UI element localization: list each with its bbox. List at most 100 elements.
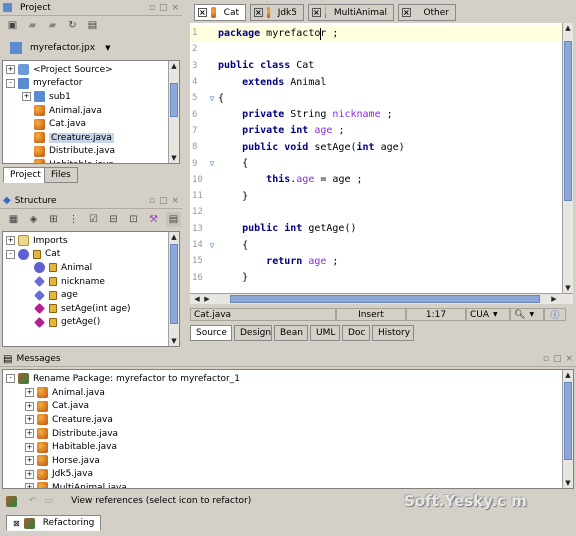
restore-icon[interactable]: ▫ [149,196,155,206]
message-item[interactable]: + MultiAnimal.java [25,481,127,488]
expand-icon[interactable]: + [25,442,34,452]
status-search[interactable]: 🔍︎ ▼ [510,308,544,321]
scroll-up-arrow[interactable]: ▲ [169,232,179,242]
message-item[interactable]: + Horse.java [25,454,127,468]
copy-icon[interactable]: ▭ [45,496,54,506]
structure-item[interactable]: + Imports [6,234,167,248]
scroll-thumb[interactable] [564,382,572,460]
undo-icon[interactable]: ↶ [29,496,37,506]
editor-horizontal-scrollbar[interactable]: ◀ ▶ ▶ [190,293,573,304]
fold-icon[interactable]: ▽ [206,94,218,103]
structure-tree-scrollbar[interactable]: ▲ ▼ [168,232,179,346]
maximize-icon[interactable]: □ [159,196,168,206]
message-item[interactable]: + Creature.java [25,413,127,427]
project-file-combo[interactable]: myrefactor.jpx ▼ [10,42,110,54]
code-editor[interactable]: 1 package myrefactor ; 2 3 public class Cat 4… [190,23,562,293]
expand-icon[interactable]: + [25,429,34,439]
close-project-icon[interactable]: ▰ [45,18,60,33]
tree-item[interactable]: + sub1 [6,90,167,104]
tab-design[interactable]: Design [234,325,272,341]
expand-icon[interactable]: + [25,469,34,479]
show-inherited-icon[interactable]: ☑ [86,212,101,227]
scroll-left-arrow[interactable]: ◀ [192,294,202,304]
structure-item[interactable]: Animal [6,261,167,275]
message-item[interactable]: + Jdk5.java [25,468,127,482]
sort-icon[interactable]: ▦ [6,212,21,227]
message-item[interactable]: + Animal.java [25,386,127,400]
tree-item[interactable]: - myrefactor [6,77,167,91]
scroll-up-arrow[interactable]: ▲ [563,370,573,380]
message-item[interactable]: + Distribute.java [25,427,127,441]
project-tree-scrollbar[interactable]: ▲ ▼ [168,61,179,163]
scroll-thumb[interactable] [170,83,178,117]
tab-files[interactable]: Files [44,167,78,183]
editor-tab-jdk5[interactable]: × Jdk5 [250,4,304,21]
tree-item[interactable]: Creature.java [6,131,167,145]
scroll-down-arrow[interactable]: ▼ [563,478,573,488]
expand-icon[interactable]: + [25,401,34,411]
structure-item[interactable]: setAge(int age) [6,302,167,316]
info-icon[interactable]: ⓘ [544,308,566,321]
close-tab-icon[interactable]: × [254,8,263,17]
open-folder-icon[interactable]: ▰ [25,18,40,33]
options-icon[interactable]: ▤ [166,212,181,227]
restore-icon[interactable]: ▫ [149,3,155,13]
scroll-right-arrow[interactable]: ▶ [549,294,559,304]
editor-tab-multianimal[interactable]: × MultiAnimal [308,4,394,21]
expand-icon[interactable]: + [25,483,34,488]
close-tab-icon[interactable]: × [312,8,321,17]
expand-icon[interactable]: + [25,456,34,466]
tab-doc[interactable]: Doc [342,325,370,341]
messages-scrollbar[interactable]: ▲ ▼ [562,370,573,488]
tab-bean[interactable]: Bean [274,325,308,341]
editor-tab-cat[interactable]: × Cat [194,4,246,21]
group-icon[interactable]: ⊟ [106,212,121,227]
editor-tab-other[interactable]: × Other [398,4,456,21]
message-item[interactable]: + Habitable.java [25,440,127,454]
fold-icon[interactable]: ▽ [206,241,218,250]
new-project-icon[interactable]: ▣ [5,18,20,33]
scroll-up-arrow[interactable]: ▲ [169,61,179,71]
scroll-down-arrow[interactable]: ▼ [563,283,573,293]
structure-item[interactable]: - Cat [6,248,167,262]
tab-history[interactable]: History [372,325,414,341]
scroll-up-arrow[interactable]: ▲ [563,23,573,33]
expand-icon[interactable]: + [6,65,15,75]
scroll-right-arrow[interactable]: ▶ [202,294,212,304]
tree-item[interactable]: Habitable.java [6,158,167,163]
structure-item[interactable]: age [6,288,167,302]
refresh-icon[interactable]: ↻ [65,18,80,33]
expand-icon[interactable]: + [25,415,34,425]
scroll-thumb[interactable] [230,295,540,303]
message-item[interactable]: + Cat.java [25,400,127,414]
tree-item[interactable]: Distribute.java [6,145,167,159]
expand-icon[interactable]: + [6,236,15,246]
expand-icon[interactable]: + [22,92,31,102]
structure-item[interactable]: nickname [6,275,167,289]
close-icon[interactable]: ⊠ [13,519,20,528]
maximize-icon[interactable]: □ [553,354,562,364]
scroll-down-arrow[interactable]: ▼ [169,153,179,163]
scroll-thumb[interactable] [564,41,572,201]
tab-refactoring[interactable]: ⊠ Refactoring [6,515,102,531]
scroll-thumb[interactable] [170,244,178,324]
editor-vertical-scrollbar[interactable]: ▲ ▼ [562,23,573,293]
restore-icon[interactable]: ▫ [543,354,549,364]
structure-item[interactable]: getAge() [6,316,167,330]
collapse-icon[interactable]: - [6,78,15,88]
show-fields-icon[interactable]: ◈ [26,212,41,227]
expand-icon[interactable]: + [25,388,34,398]
messages-root[interactable]: - Rename Package: myrefactor to myrefact… [6,372,240,386]
show-methods-icon[interactable]: ⊞ [46,212,61,227]
fold-icon[interactable]: ▽ [206,159,218,168]
tree-item[interactable]: Cat.java [6,117,167,131]
hide-private-icon[interactable]: ⋮ [66,212,81,227]
wand-icon[interactable]: ⚒ [146,212,161,227]
close-icon[interactable]: × [565,354,573,364]
close-tab-icon[interactable]: × [198,8,207,17]
tree-item[interactable]: + <Project Source> [6,63,167,77]
tree-item[interactable]: Animal.java [6,104,167,118]
collapse-icon[interactable]: - [6,249,15,259]
status-keymap[interactable]: CUA ▼ [466,308,510,321]
collapse-icon[interactable]: - [6,374,15,384]
